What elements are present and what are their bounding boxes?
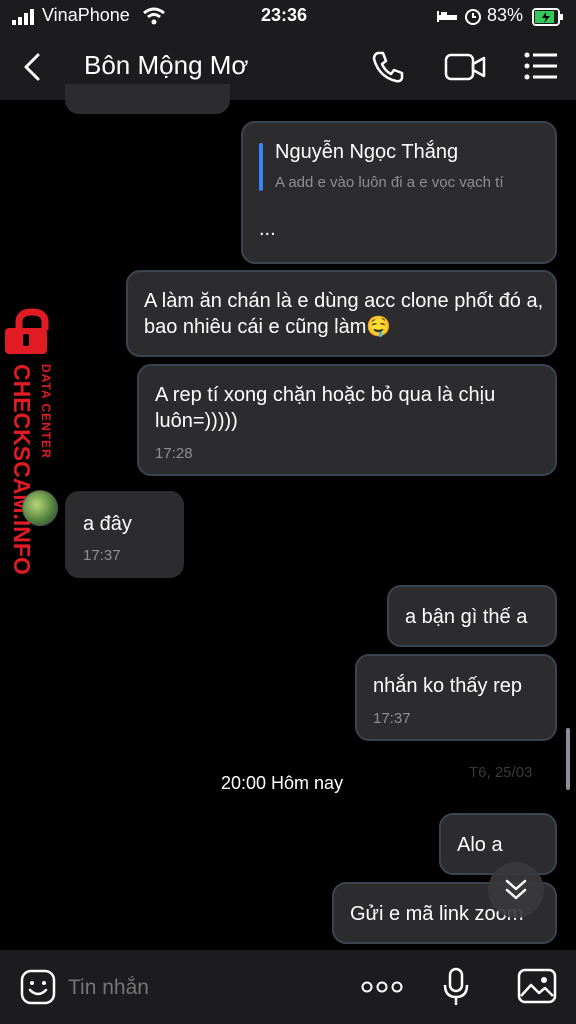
message-bubble-outgoing[interactable]: A làm ăn chán là e dùng acc clone phốt đ…	[126, 270, 557, 357]
back-icon[interactable]	[20, 52, 44, 82]
message-text: a bận gì thế a	[405, 606, 528, 628]
image-icon[interactable]	[517, 968, 557, 1004]
chat-title[interactable]: Bôn Mộng Mơ	[84, 50, 248, 81]
watermark-top-text: DATA CENTER	[39, 364, 53, 459]
video-icon[interactable]	[444, 52, 486, 82]
partial-message-bubble	[65, 84, 230, 114]
message-bubble-outgoing[interactable]: Alo a	[439, 813, 557, 875]
scroll-indicator[interactable]	[566, 728, 570, 790]
watermark-main-text: CHECKSCAM.INFO	[9, 364, 35, 575]
message-input-bar	[0, 950, 576, 1024]
sticker-icon[interactable]	[20, 969, 56, 1005]
message-text: ...	[259, 218, 276, 240]
alarm-icon	[465, 9, 481, 25]
more-icon[interactable]	[361, 980, 403, 994]
lock-icon	[5, 308, 49, 354]
message-text: A làm ăn chán là e dùng acc clone phốt đ…	[144, 290, 544, 338]
battery-percent: 83%	[487, 5, 524, 25]
faded-date: T6, 25/03	[469, 764, 533, 781]
battery-icon	[532, 8, 563, 26]
message-time: 17:37	[83, 547, 121, 564]
clock: 23:36	[261, 5, 308, 25]
mic-icon[interactable]	[442, 967, 470, 1007]
message-time: 17:37	[373, 710, 411, 727]
message-text: nhắn ko thấy rep	[373, 675, 522, 697]
message-text: a đây	[83, 513, 132, 535]
quote-author: Nguyễn Ngọc Thắng	[275, 141, 459, 163]
message-time: 17:28	[155, 445, 193, 462]
carrier-label: VinaPhone	[42, 5, 130, 25]
message-input[interactable]	[66, 968, 340, 1008]
date-divider: 20:00 Hôm nay	[221, 773, 344, 793]
message-bubble-outgoing[interactable]: A rep tí xong chặn hoặc bỏ qua là chịu l…	[137, 364, 557, 476]
message-bubble-outgoing[interactable]: nhắn ko thấy rep 17:37	[355, 654, 557, 741]
signal-icon	[12, 9, 34, 25]
quote-bar	[259, 143, 263, 191]
message-text: A rep tí xong chặn hoặc bỏ qua là chịu l…	[155, 384, 496, 432]
message-bubble-incoming[interactable]: a đây 17:37	[65, 491, 184, 578]
menu-icon[interactable]	[524, 52, 558, 80]
status-bar: VinaPhone 23:36 83%	[0, 0, 576, 34]
wifi-icon	[143, 7, 165, 25]
quote-text: A add e vào luôn đi a e vọc vạch tí	[275, 174, 504, 191]
message-bubble-outgoing[interactable]: Nguyễn Ngọc Thắng A add e vào luôn đi a …	[241, 121, 557, 264]
avatar[interactable]	[22, 490, 58, 526]
checkscam-watermark: DATA CENTER CHECKSCAM.INFO	[3, 308, 63, 588]
bed-icon	[437, 11, 457, 22]
message-bubble-outgoing[interactable]: a bận gì thế a	[387, 585, 557, 647]
phone-icon[interactable]	[371, 50, 405, 84]
scroll-down-icon	[505, 879, 527, 900]
message-text: Alo a	[457, 834, 503, 856]
scroll-down-button[interactable]	[488, 862, 544, 918]
